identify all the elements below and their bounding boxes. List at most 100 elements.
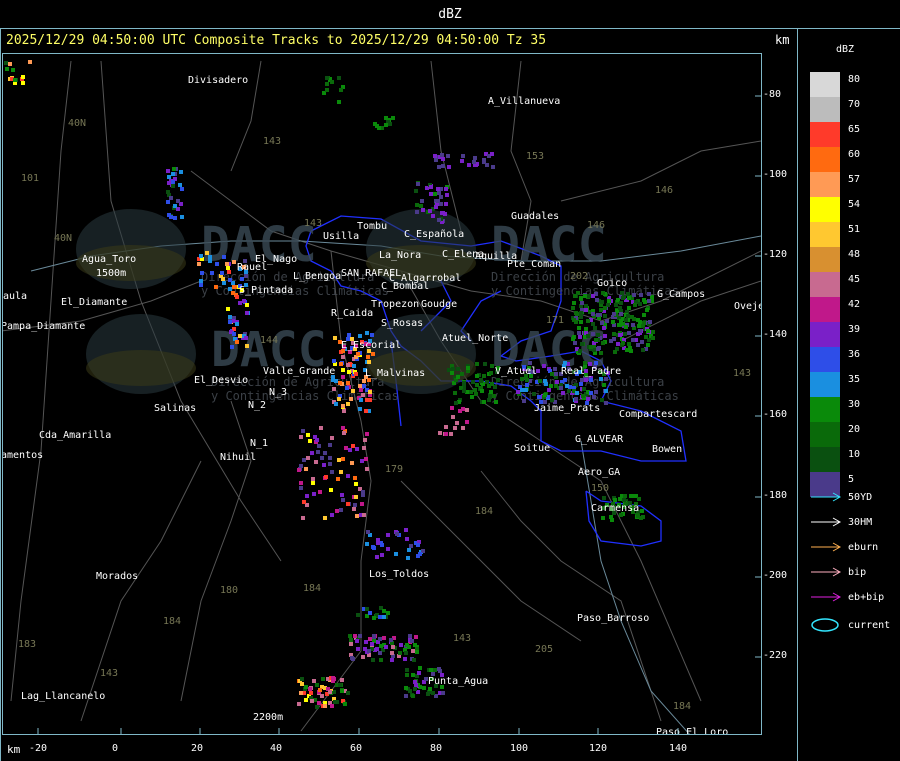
place-label: Cda_Amarilla: [39, 430, 111, 441]
track-key-eburn: eburn: [810, 542, 878, 553]
legend-swatch-39: [810, 322, 840, 347]
place-label: Goico: [597, 278, 627, 289]
x-tick-label: 100: [510, 743, 529, 754]
legend-swatch-60: [810, 147, 840, 172]
route-label: 144: [260, 335, 278, 346]
legend-value-label: 36: [848, 349, 861, 360]
legend-value-label: 35: [848, 374, 861, 385]
place-label: La_Nora: [379, 250, 421, 261]
x-tick-label: 140: [669, 743, 688, 754]
legend-title: dBZ: [836, 44, 855, 55]
legend-swatch-10: [810, 447, 840, 472]
x-tick-label: 40: [270, 743, 283, 754]
place-label: Tombu: [357, 221, 387, 232]
legend-swatch-36: [810, 347, 840, 372]
place-label: C_Bombal: [381, 281, 429, 292]
route-label: 40N: [54, 233, 72, 244]
route-label: 202: [570, 271, 588, 282]
place-label: Aero_GA: [578, 467, 620, 478]
header-timestamp: 2025/12/29 04:50:00 UTC Composite Tracks…: [6, 33, 547, 48]
track-key-label: eb+bip: [848, 592, 885, 603]
place-label: Soitue: [514, 443, 550, 454]
legend-value-label: 45: [848, 274, 861, 285]
place-label: N_1: [250, 438, 268, 449]
y-tick-label: -80: [763, 89, 782, 100]
legend-value-label: 54: [848, 199, 861, 210]
legend-divider: [797, 28, 798, 761]
place-label: Ovejer: [734, 301, 761, 312]
place-label: Paso_Barroso: [577, 613, 649, 624]
legend-value-label: 39: [848, 324, 861, 335]
place-label: Guadales: [511, 211, 559, 222]
legend-swatch-70: [810, 97, 840, 122]
place-label: Usilla: [323, 231, 359, 242]
place-label: Nihuil: [220, 452, 256, 463]
radar-map[interactable]: DACCDirección de Agriculturay Contingenc…: [3, 54, 761, 734]
route-label: 171: [546, 315, 564, 326]
place-label: Valle_Grande: [263, 366, 335, 377]
route-label: 179: [385, 464, 403, 475]
place-label: Goudge: [421, 299, 457, 310]
place-label: N_3: [269, 387, 287, 398]
place-label: L_Bengoa: [293, 271, 341, 282]
legend-value-label: 48: [848, 249, 861, 260]
track-key-current: current: [810, 617, 890, 633]
y-tick-label: -180: [763, 490, 788, 501]
x-tick-label: 80: [430, 743, 443, 754]
place-label: V_Atuel: [495, 366, 537, 377]
legend-value-label: 80: [848, 74, 861, 85]
place-label: Real_Padre: [561, 366, 621, 377]
route-label: 184: [303, 583, 321, 594]
arrow-icon: [811, 492, 842, 502]
legend-value-label: 65: [848, 124, 861, 135]
place-label: G_ALVEAR: [575, 434, 624, 445]
y-tick-label: -200: [763, 570, 788, 581]
route-label: 183: [18, 639, 36, 650]
x-tick-label: 60: [350, 743, 363, 754]
route-label: 146: [587, 220, 605, 231]
route-label: 184: [475, 506, 493, 517]
place-labels: Divisadero A_Villanueva Guadales Tombu C_Esp…: [3, 75, 761, 734]
route-label: 184: [673, 701, 691, 712]
legend-value-label: 30: [848, 399, 861, 410]
place-label: Punta_Agua: [428, 676, 488, 687]
y-axis-unit-label: km: [775, 33, 790, 47]
place-label: C_Española: [404, 229, 464, 240]
legend-swatch-42: [810, 297, 840, 322]
place-label: Carmensa: [591, 503, 639, 514]
legend-value-label: 42: [848, 299, 861, 310]
place-label: 2200m: [253, 712, 283, 723]
place-label: A_Villanueva: [488, 96, 560, 107]
legend-value-label: 70: [848, 99, 861, 110]
route-label: 143: [100, 668, 118, 679]
route-label: 184: [163, 616, 181, 627]
y-tick-label: -120: [763, 249, 788, 260]
place-label: Pte_Coman: [507, 259, 561, 270]
radar-map-frame[interactable]: DACC Dirección de Agricultura y Contingenc…: [2, 53, 762, 735]
legend-swatch-20: [810, 422, 840, 447]
place-label: Jaime_Prats: [534, 403, 600, 414]
track-key-label: 30HM: [848, 517, 873, 528]
track-key-label: current: [848, 620, 891, 631]
track-key-label: eburn: [848, 542, 879, 553]
legend-value-label: 51: [848, 224, 861, 235]
legend-swatch-35: [810, 372, 840, 397]
window-titlebar: dBZ: [0, 0, 900, 29]
legend-swatch-30: [810, 397, 840, 422]
place-label: Lag_Llancanelo: [21, 691, 105, 702]
place-label: Paso_El_Loro: [656, 727, 728, 734]
x-tick-label: -20: [29, 743, 48, 754]
legend-value-label: 57: [848, 174, 861, 185]
arrow-icon: [811, 542, 842, 552]
place-label: El_Diamante: [61, 297, 127, 308]
track-key-eb+bip: eb+bip: [810, 592, 884, 603]
legend-swatch-54: [810, 197, 840, 222]
legend-swatch-51: [810, 222, 840, 247]
left-border: [0, 28, 1, 761]
route-label: 153: [526, 151, 544, 162]
place-label: Morados: [96, 571, 138, 582]
x-tick-label: 0: [112, 743, 119, 754]
route-label: 101: [21, 173, 39, 184]
place-label: El_Desvio: [194, 375, 248, 386]
legend-value-label: 10: [848, 449, 861, 460]
